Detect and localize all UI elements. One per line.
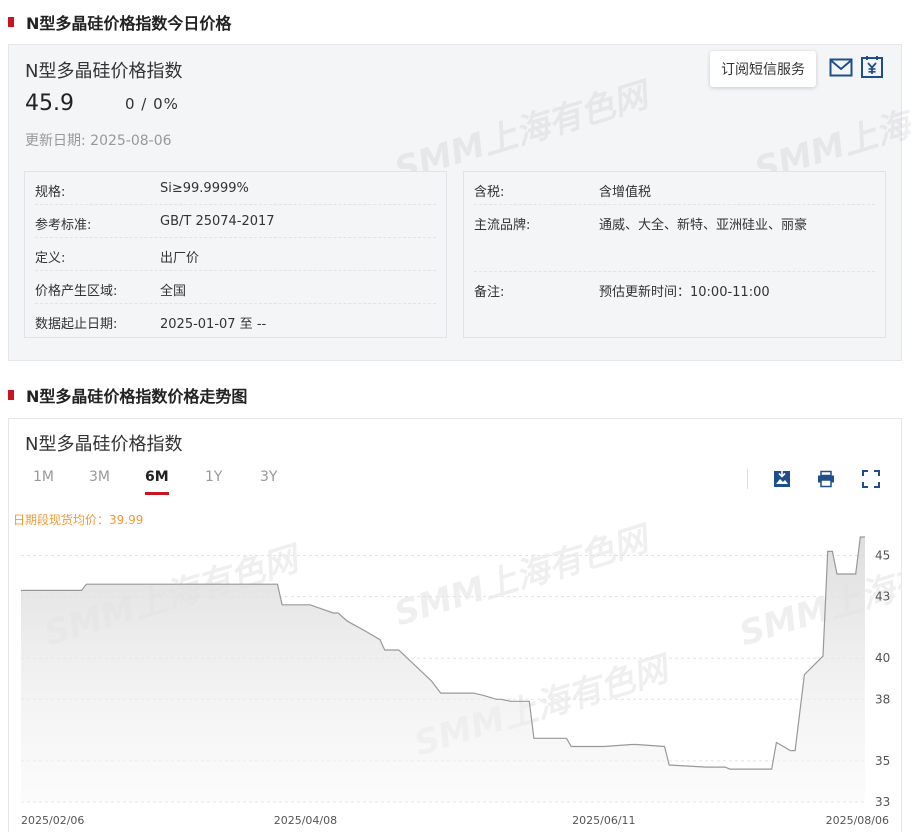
spec-key: 主流品牌: xyxy=(474,218,531,233)
mail-icon[interactable] xyxy=(829,57,853,79)
spec-value: 预估更新时间：10:00-11:00 xyxy=(599,285,770,300)
section-title-text: N型多晶硅价格指数今日价格 xyxy=(26,14,232,33)
spec-row: 价格产生区域: 全国 xyxy=(35,271,436,304)
spec-table-right: 含税: 含增值税 主流品牌: 通威、大全、新特、亚洲硅业、丽豪 备注: 预估更新… xyxy=(463,171,886,338)
spec-row: 参考标准: GB/T 25074-2017 xyxy=(35,205,436,238)
spec-value: 通威、大全、新特、亚洲硅业、丽豪 xyxy=(599,218,808,233)
price-info-panel: SMM上海有色网 SMM上海有色网 N型多晶硅价格指数 45.9 0 / 0% … xyxy=(8,44,911,361)
spec-row: 主流品牌: 通威、大全、新特、亚洲硅业、丽豪 xyxy=(474,205,875,272)
spec-row: 备注: 预估更新时间：10:00-11:00 xyxy=(474,272,875,305)
spec-row: 数据起止日期: 2025-01-07 至 -- xyxy=(35,304,436,337)
section-title-text: N型多晶硅价格指数价格走势图 xyxy=(26,387,248,406)
price-change: 0 / 0% xyxy=(125,95,179,113)
y-tick-label: 33 xyxy=(875,795,890,809)
section-title-today: N型多晶硅价格指数今日价格 xyxy=(8,12,232,33)
update-value: 2025-08-06 xyxy=(90,133,172,149)
price-area-fill xyxy=(21,537,865,802)
spec-row: 定义: 出厂价 xyxy=(35,238,436,271)
y-tick-label: 40 xyxy=(875,651,890,665)
spec-key: 含税: xyxy=(474,185,505,200)
spec-key: 参考标准: xyxy=(35,218,92,233)
spec-value: 全国 xyxy=(160,284,187,299)
current-price: 45.9 xyxy=(25,91,74,116)
section-title-trend: N型多晶硅价格指数价格走势图 xyxy=(8,385,248,406)
price-trend-chart: 33 35 38 40 43 45 2025/02/06 2025/04/08 2025/06/… xyxy=(21,536,890,827)
spec-value: 含增值税 xyxy=(599,185,652,200)
y-tick-label: 45 xyxy=(875,548,890,562)
yen-invoice-icon[interactable] xyxy=(860,55,884,79)
update-label: 更新日期: xyxy=(25,133,86,149)
sms-service-tooltip[interactable]: 订阅短信服务 xyxy=(710,51,816,87)
x-tick-label: 2025/04/08 xyxy=(274,814,337,827)
spec-value: 出厂价 xyxy=(160,251,200,266)
spec-key: 定义: xyxy=(35,251,66,266)
spec-value: Si≥99.9999% xyxy=(160,181,249,196)
title-marker xyxy=(8,17,14,27)
spec-key: 规格: xyxy=(35,185,66,200)
x-tick-label: 2025/06/11 xyxy=(572,814,635,827)
spec-value: 2025-01-07 至 -- xyxy=(160,317,267,332)
spec-table-left: 规格: Si≥99.9999% 参考标准: GB/T 25074-2017 定义… xyxy=(24,171,447,338)
x-tick-label: 2025/02/06 xyxy=(21,814,84,827)
spec-value: GB/T 25074-2017 xyxy=(160,214,275,229)
spec-row: 规格: Si≥99.9999% xyxy=(35,172,436,205)
index-name: N型多晶硅价格指数 xyxy=(25,61,183,82)
x-tick-label: 2025/08/06 xyxy=(826,814,889,827)
y-tick-label: 35 xyxy=(875,754,890,768)
y-tick-label: 43 xyxy=(875,590,890,604)
update-date: 更新日期: 2025-08-06 xyxy=(25,130,172,150)
y-tick-label: 38 xyxy=(875,692,890,706)
spec-row: 含税: 含增值税 xyxy=(474,172,875,205)
chart-panel: N型多晶硅价格指数 1M 3M 6M 1Y 3Y 日期段现货均价：39.99 S… xyxy=(8,418,902,832)
title-marker xyxy=(8,390,14,400)
spec-key: 价格产生区域: xyxy=(35,284,118,299)
spec-key: 数据起止日期: xyxy=(35,317,118,332)
spec-key: 备注: xyxy=(474,285,505,300)
